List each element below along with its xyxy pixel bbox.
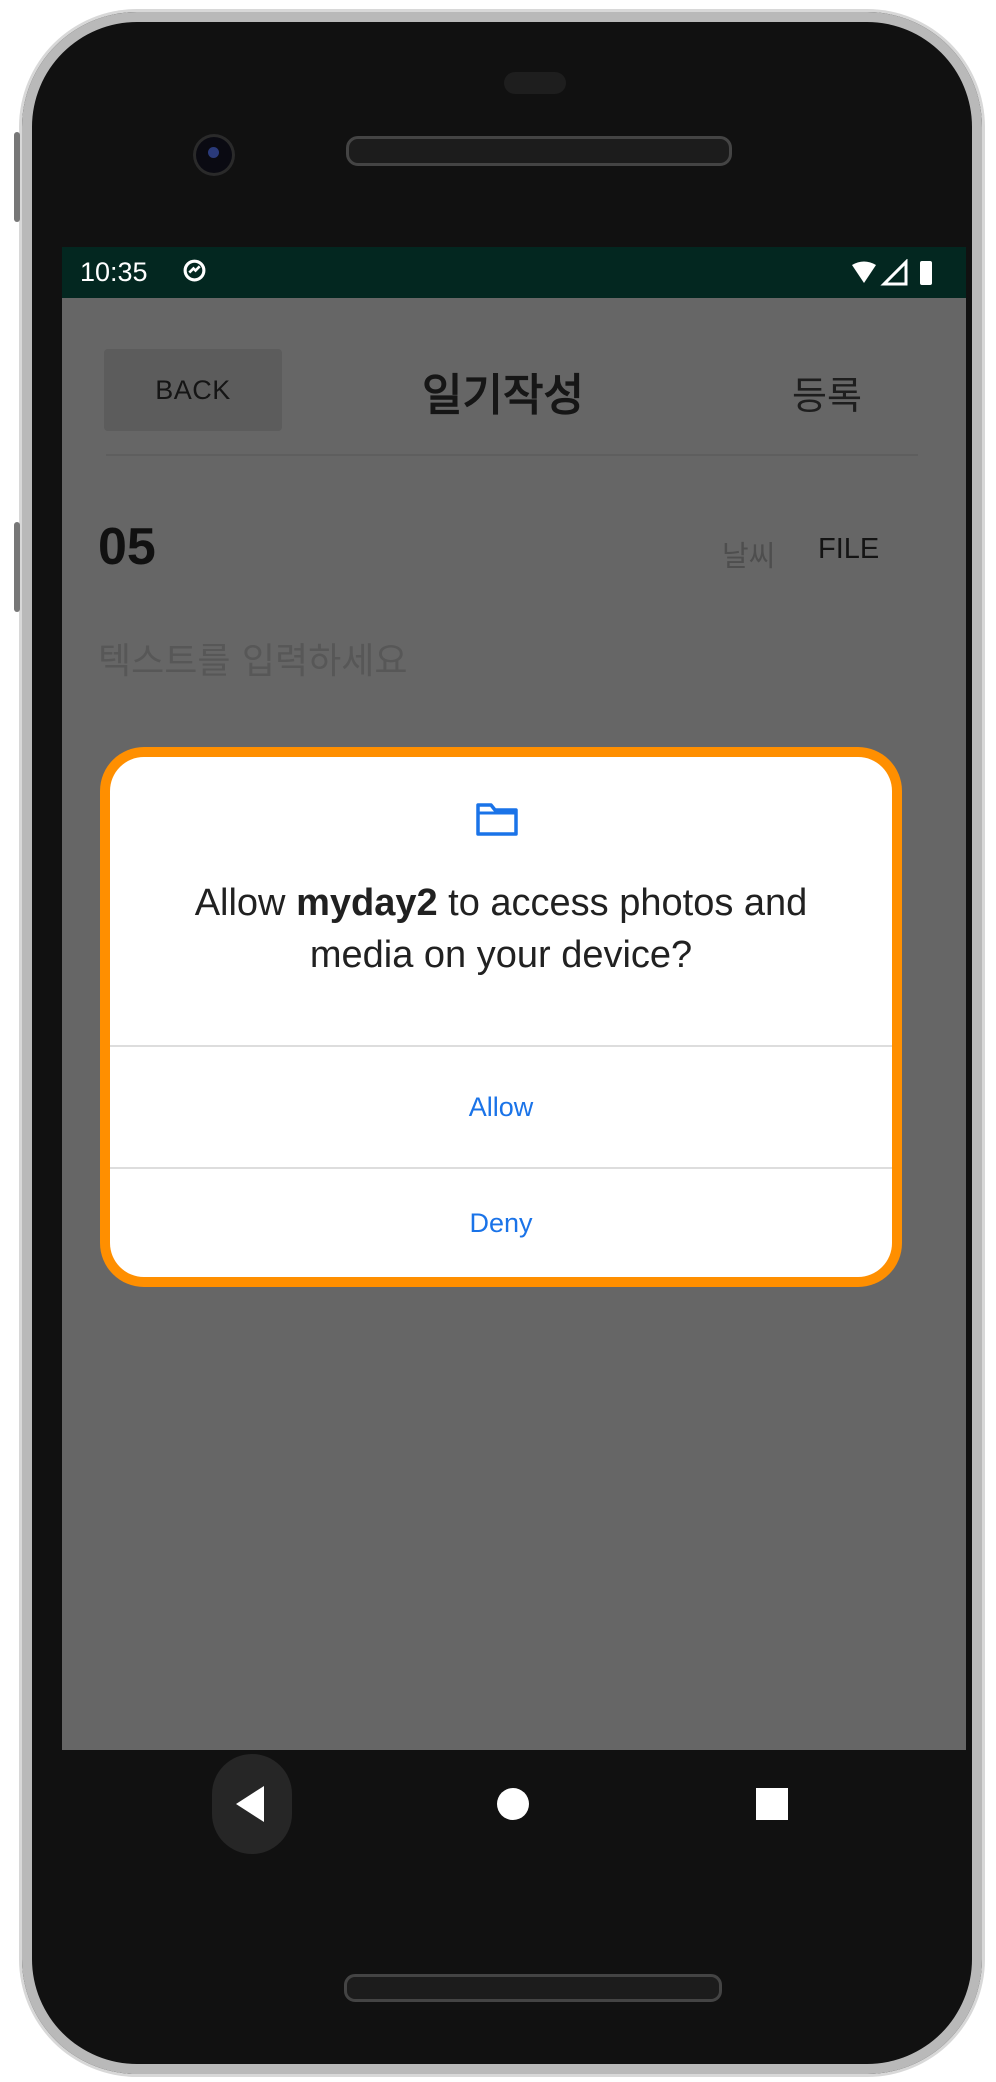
file-button[interactable]: FILE [818, 533, 879, 566]
header-divider [106, 454, 918, 456]
nav-back-icon[interactable] [234, 1784, 268, 1824]
battery-icon [920, 261, 932, 285]
dialog-app-name: myday2 [296, 882, 438, 924]
earpiece-speaker [346, 136, 732, 166]
date-day: 05 [98, 518, 156, 576]
side-rail [14, 522, 20, 612]
allow-button[interactable]: Allow [110, 1047, 892, 1167]
back-button[interactable]: BACK [104, 349, 282, 431]
status-bar: 10:35 [62, 247, 966, 298]
folder-icon [476, 803, 518, 836]
device-screen: 10:35 BACK 일기작성 등록 05 날씨 FILE Allow myda… [62, 247, 966, 1750]
nav-home-icon[interactable] [496, 1787, 530, 1821]
status-time: 10:35 [80, 257, 148, 287]
permission-dialog: Allow myday2 to access photos and media … [110, 757, 892, 1277]
signal-icon [880, 259, 908, 286]
diary-text-input[interactable] [98, 631, 918, 691]
nav-recents-icon[interactable] [755, 1787, 789, 1821]
navigation-bar [62, 1750, 966, 1860]
bottom-speaker [344, 1974, 722, 2002]
status-icons [852, 259, 932, 286]
weather-button[interactable]: 날씨 [722, 533, 775, 575]
page-title: 일기작성 [422, 370, 584, 421]
dialog-message-prefix: Allow [194, 882, 297, 924]
sync-icon [183, 259, 206, 282]
dialog-message: Allow myday2 to access photos and media … [150, 877, 852, 981]
register-button[interactable]: 등록 [792, 365, 862, 420]
side-rail [14, 132, 20, 222]
deny-button[interactable]: Deny [110, 1169, 892, 1277]
wifi-icon [852, 261, 876, 283]
front-camera [193, 134, 235, 176]
proximity-sensor [504, 72, 566, 94]
